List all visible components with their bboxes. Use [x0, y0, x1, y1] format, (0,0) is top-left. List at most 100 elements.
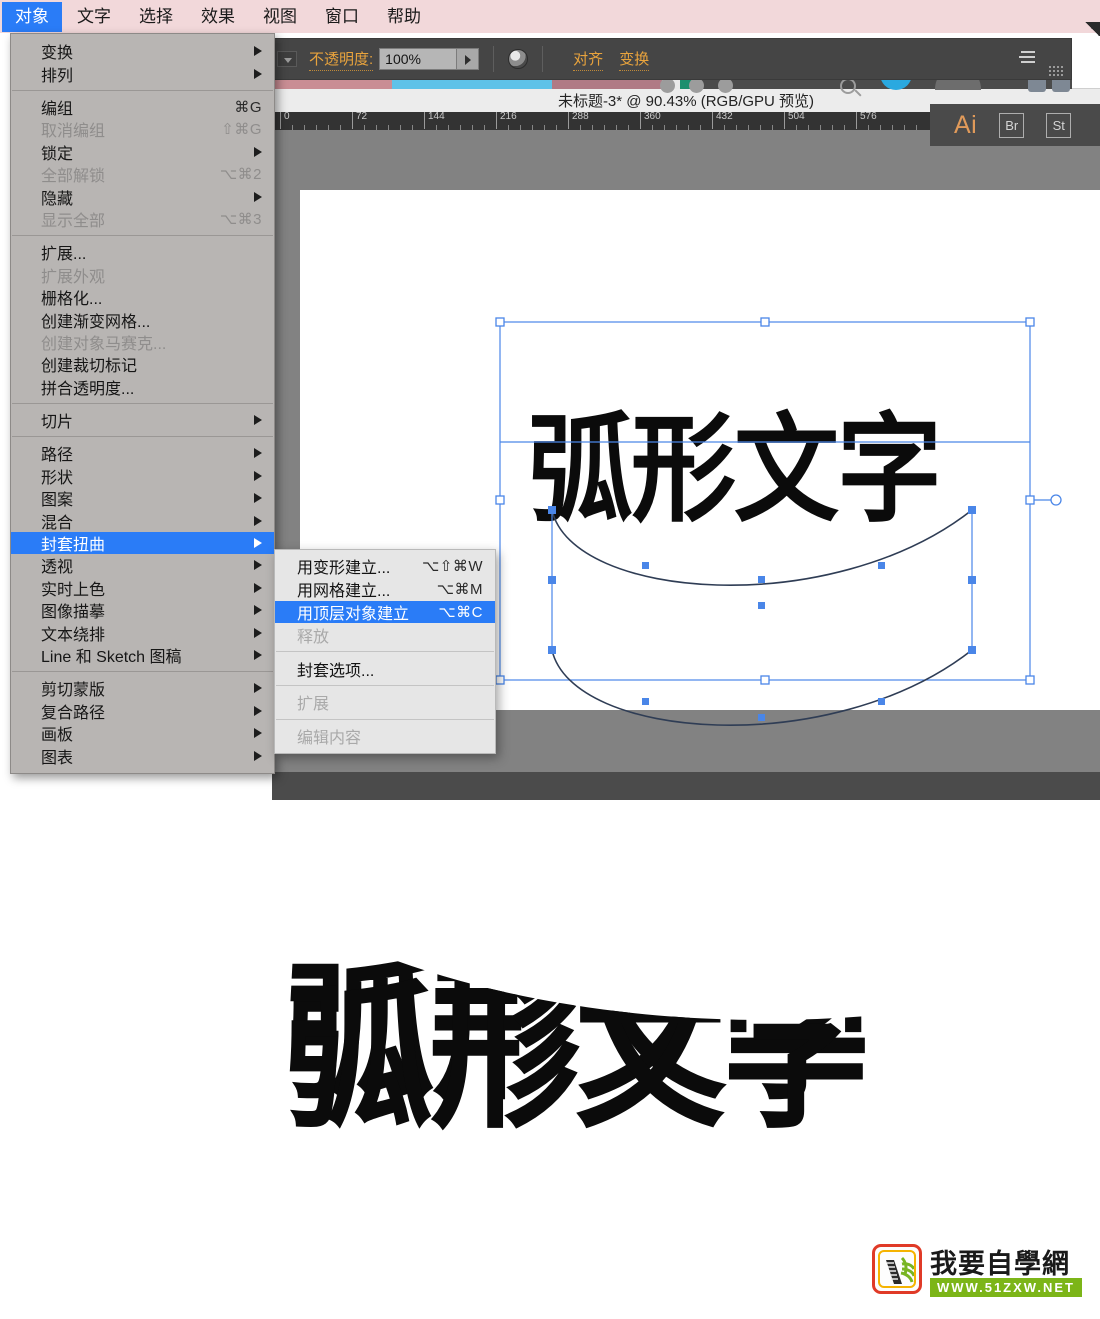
envelope-submenu-item[interactable]: 用顶层对象建立 ⌥⌘C	[275, 600, 495, 624]
envelope-submenu-item: 扩展	[275, 691, 495, 714]
ruler-minor-tick	[304, 125, 305, 130]
object-menu-item[interactable]: 变换	[11, 40, 274, 62]
ruler-minor-tick	[832, 125, 833, 130]
object-menu-item[interactable]: 创建渐变网格...	[11, 308, 274, 331]
object-menu-item: 显示全部 ⌥⌘3	[11, 208, 274, 230]
control-bar[interactable]: 不透明度: 100% 对齐 变换	[272, 38, 1072, 80]
menu-separator	[12, 235, 273, 237]
ruler-minor-tick	[676, 125, 677, 130]
illustrator-app-icon[interactable]: Ai	[954, 111, 977, 140]
object-menu-item[interactable]: 复合路径	[11, 700, 274, 722]
ruler-tick-label: 288	[568, 111, 589, 129]
menubar-item-0[interactable]: 对象	[2, 1, 62, 32]
divider	[493, 46, 495, 72]
ruler-minor-tick	[412, 125, 413, 130]
menu-bar[interactable]: 对象 文字 选择 效果 视图 窗口 帮助	[0, 0, 1100, 33]
object-menu-item[interactable]: 形状	[11, 465, 274, 487]
watermark-logo-icon	[872, 1244, 922, 1294]
object-menu-item[interactable]: 栅格化...	[11, 286, 274, 308]
object-menu-item[interactable]: 创建裁切标记	[11, 353, 274, 375]
bridge-app-icon[interactable]: Br	[999, 112, 1025, 138]
object-menu-item[interactable]: 编组 ⌘G	[11, 96, 274, 118]
envelope-distort-submenu[interactable]: 用变形建立... ⌥⇧⌘W 用网格建立... ⌥⌘M 用顶层对象建立 ⌥⌘C 释放 封套选项.…	[274, 549, 496, 754]
object-menu-item[interactable]: 图像描摹	[11, 599, 274, 621]
menu-item-label: 路径	[41, 447, 74, 465]
object-menu-item[interactable]: 实时上色	[11, 577, 274, 599]
transform-button[interactable]: 变换	[619, 48, 650, 71]
menubar-item-5[interactable]: 窗口	[312, 2, 372, 32]
object-menu-item[interactable]: 隐藏	[11, 185, 274, 208]
ruler-minor-tick	[340, 125, 341, 130]
menubar-item-3[interactable]: 效果	[188, 2, 248, 32]
menu-item-label: 创建对象马赛克...	[41, 335, 167, 353]
resize-grip-icon[interactable]	[1049, 64, 1063, 76]
object-menu-item[interactable]: 透视	[11, 554, 274, 576]
menu-item-shortcut: ⌥⇧⌘W	[421, 558, 483, 576]
envelope-submenu-item[interactable]: 用网格建立... ⌥⌘M	[275, 578, 495, 601]
object-menu-item[interactable]: 剪切蒙版	[11, 677, 274, 699]
object-menu-item[interactable]: 锁定	[11, 141, 274, 163]
align-button[interactable]: 对齐	[573, 48, 604, 71]
menu-item-label: 图像描摹	[41, 604, 106, 622]
menu-item-shortcut: ⌥⌘C	[438, 603, 483, 621]
chevron-right-icon	[254, 538, 262, 548]
stock-app-icon[interactable]: St	[1046, 112, 1072, 138]
object-menu-item[interactable]: 路径	[11, 442, 274, 464]
menu-separator	[276, 718, 494, 720]
menu-item-shortcut: ⌥⌘2	[219, 166, 262, 184]
menu-item-label: 创建渐变网格...	[41, 313, 151, 331]
ruler-minor-tick	[904, 125, 905, 130]
envelope-submenu-item[interactable]: 封套选项...	[275, 657, 495, 680]
panel-menu-icon[interactable]	[1013, 51, 1035, 65]
chevron-right-icon	[254, 750, 262, 761]
ruler-minor-tick	[880, 125, 881, 130]
chevron-right-icon	[254, 470, 262, 481]
object-menu-item[interactable]: 扩展...	[11, 241, 274, 263]
envelope-submenu-item[interactable]: 用变形建立... ⌥⇧⌘W	[275, 555, 495, 578]
menu-item-shortcut: ⌥⌘3	[219, 210, 262, 228]
artboard-text-object[interactable]: 弧形文字	[528, 375, 942, 545]
ruler-minor-tick	[628, 125, 629, 130]
object-menu-item[interactable]: 画板	[11, 722, 274, 744]
swatch-3[interactable]	[552, 80, 662, 89]
menu-item-label: 剪切蒙版	[41, 682, 106, 700]
app-launcher-strip[interactable]: Ai Br St	[930, 104, 1100, 146]
ruler-minor-tick	[436, 125, 437, 130]
menubar-item-6[interactable]: 帮助	[374, 2, 434, 32]
ruler-minor-tick	[604, 125, 605, 130]
object-menu-item: 扩展外观	[11, 264, 274, 286]
ruler-minor-tick	[820, 125, 821, 130]
chevron-down-icon[interactable]	[277, 51, 297, 67]
object-menu-item[interactable]: 图表	[11, 744, 274, 767]
object-menu-item[interactable]: 拼合透明度...	[11, 375, 274, 398]
ruler-minor-tick	[664, 125, 665, 130]
ruler-minor-tick	[460, 125, 461, 130]
ruler-minor-tick	[916, 125, 917, 130]
opacity-stepper[interactable]	[457, 48, 480, 70]
object-menu-item[interactable]: 文本绕排	[11, 621, 274, 644]
object-menu-item: 取消编组 ⇧⌘G	[11, 118, 274, 140]
object-menu-item[interactable]: 排列	[11, 62, 274, 85]
horizontal-ruler[interactable]: 0 72 144 216 288 360 432 504 576	[272, 110, 964, 130]
ruler-minor-tick	[772, 125, 773, 130]
opacity-mask-icon[interactable]	[508, 49, 529, 69]
menubar-item-2[interactable]: 选择	[126, 2, 186, 32]
opacity-input[interactable]: 100%	[379, 48, 458, 70]
object-menu-item[interactable]: Line 和 Sketch 图稿	[11, 644, 274, 666]
swatch-1[interactable]	[272, 80, 392, 89]
menubar-item-1[interactable]: 文字	[64, 2, 124, 32]
object-menu-item[interactable]: 图案	[11, 487, 274, 509]
search-icon[interactable]	[840, 78, 856, 94]
object-menu-item[interactable]: 切片	[11, 409, 274, 431]
object-menu-item[interactable]: 封套扭曲	[11, 531, 274, 555]
swatch-2[interactable]	[392, 80, 552, 89]
object-menu-item[interactable]: 混合	[11, 509, 274, 532]
object-dropdown-menu[interactable]: 变换 排列 编组 ⌘G 取消编组 ⇧⌘G 锁定 全部解锁 ⌥⌘2 隐藏 显示全部 ⌥⌘3 扩展... 扩展…	[10, 33, 275, 774]
ruler-minor-tick	[316, 125, 317, 130]
chevron-right-icon	[254, 146, 262, 157]
ruler-minor-tick	[520, 125, 521, 130]
menu-item-label: 创建裁切标记	[41, 358, 138, 376]
menu-item-label: 扩展外观	[41, 268, 106, 286]
ruler-tick-label: 0	[280, 111, 290, 129]
menubar-item-4[interactable]: 视图	[250, 2, 310, 32]
